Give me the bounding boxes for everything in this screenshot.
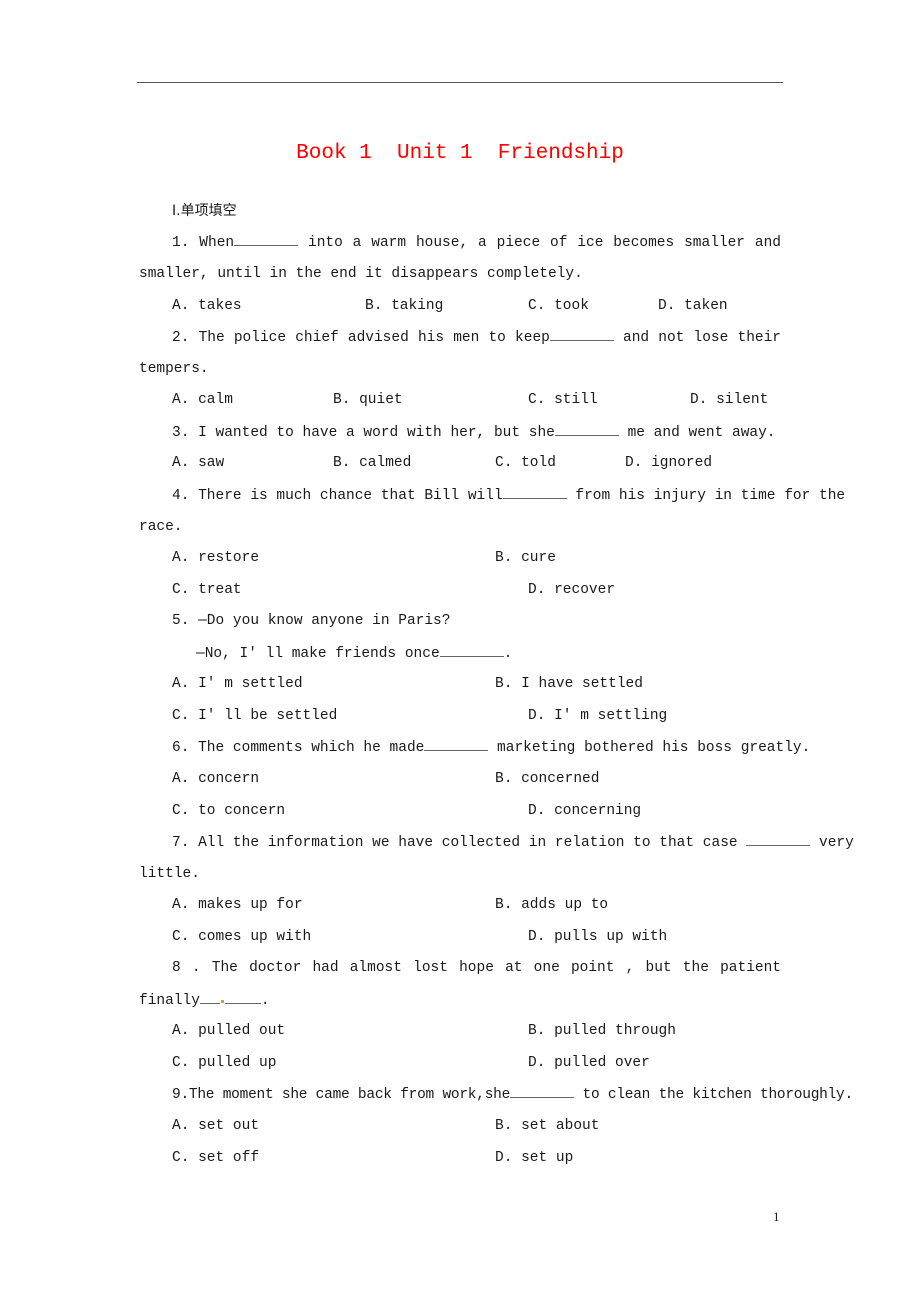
option-b: B. I have settled — [495, 676, 643, 692]
question-number: 8 . — [172, 960, 201, 976]
answer-blank — [439, 644, 504, 657]
option-d: D. concerning — [528, 803, 642, 819]
question-1-stem-cont: smaller, until in the end it disappears … — [139, 266, 583, 282]
option-a: A. takes — [172, 298, 242, 314]
question-8-stem: 8 . The doctor had almost lost hope at o… — [172, 960, 782, 976]
option-a: A. calm — [172, 392, 233, 408]
option-c: C. to concern — [172, 803, 286, 819]
section-heading: Ⅰ.单项填空 — [172, 203, 237, 219]
question-9-stem: 9.The moment she came back from work,she… — [172, 1085, 853, 1103]
option-a: A. set out — [172, 1118, 260, 1134]
option-b: B. adds up to — [495, 897, 609, 913]
answer-blank — [199, 991, 220, 1004]
answer-blank — [224, 991, 261, 1004]
question-5-stem: 5. —Do you know anyone in Paris? — [172, 613, 451, 629]
option-a: A. restore — [172, 550, 260, 566]
question-7-stem: 7. All the information we have collected… — [172, 833, 854, 851]
option-d: D. taken — [658, 298, 728, 314]
option-c: C. pulled up — [172, 1055, 277, 1071]
question-number: 2. — [172, 330, 190, 346]
question-4-stem: 4. There is much chance that Bill will f… — [172, 486, 846, 504]
question-number: 5. — [172, 613, 190, 629]
question-6-stem: 6. The comments which he made marketing … — [172, 738, 811, 756]
question-number: 6. — [172, 740, 190, 756]
option-c: C. took — [528, 298, 589, 314]
option-c: C. comes up with — [172, 929, 312, 945]
option-c: C. treat — [172, 582, 242, 598]
answer-blank — [424, 738, 489, 751]
page-number: 1 — [773, 1209, 780, 1224]
answer-blank — [502, 486, 567, 499]
option-a: A. saw — [172, 455, 225, 471]
option-a: A. I' m settled — [172, 676, 303, 692]
option-a: A. concern — [172, 771, 260, 787]
question-8-stem-cont: finally. — [139, 991, 270, 1009]
answer-blank — [549, 328, 614, 341]
question-4-stem-cont: race. — [139, 519, 183, 535]
option-b: B. calmed — [333, 455, 412, 471]
option-b: B. concerned — [495, 771, 600, 787]
question-3-stem: 3. I wanted to have a word with her, but… — [172, 423, 776, 441]
question-1-stem: 1. When into a warm house, a piece of ic… — [172, 233, 781, 251]
option-d: D. set up — [495, 1150, 574, 1166]
question-5-stem-cont: —No, I' ll make friends once. — [196, 644, 513, 662]
option-b: B. set about — [495, 1118, 600, 1134]
option-d: D. pulls up with — [528, 929, 668, 945]
option-b: B. cure — [495, 550, 556, 566]
option-d: D. silent — [690, 392, 769, 408]
question-number: 1. — [172, 235, 190, 251]
question-2-stem-cont: tempers. — [139, 361, 209, 377]
question-number: 7. — [172, 835, 190, 851]
option-a: A. pulled out — [172, 1023, 286, 1039]
option-d: D. I' m settling — [528, 708, 668, 724]
question-number: 4. — [172, 488, 190, 504]
header-rule — [137, 82, 783, 83]
answer-blank — [510, 1085, 575, 1098]
option-d: D. recover — [528, 582, 616, 598]
cursor-marker — [220, 1000, 224, 1003]
option-b: B. quiet — [333, 392, 403, 408]
answer-blank — [746, 833, 811, 846]
question-7-stem-cont: little. — [139, 866, 200, 882]
option-b: B. taking — [365, 298, 444, 314]
option-c: C. set off — [172, 1150, 260, 1166]
option-d: D. pulled over — [528, 1055, 650, 1071]
option-a: A. makes up for — [172, 897, 303, 913]
answer-blank — [554, 423, 619, 436]
question-number: 3. — [172, 425, 190, 441]
option-c: C. still — [528, 392, 598, 408]
option-b: B. pulled through — [528, 1023, 676, 1039]
page-title: Book 1 Unit 1 Friendship — [296, 142, 624, 165]
option-c: C. told — [495, 455, 556, 471]
option-c: C. I' ll be settled — [172, 708, 338, 724]
option-d: D. ignored — [625, 455, 713, 471]
question-2-stem: 2. The police chief advised his men to k… — [172, 328, 782, 346]
question-number: 9. — [172, 1087, 189, 1103]
answer-blank — [234, 233, 299, 246]
